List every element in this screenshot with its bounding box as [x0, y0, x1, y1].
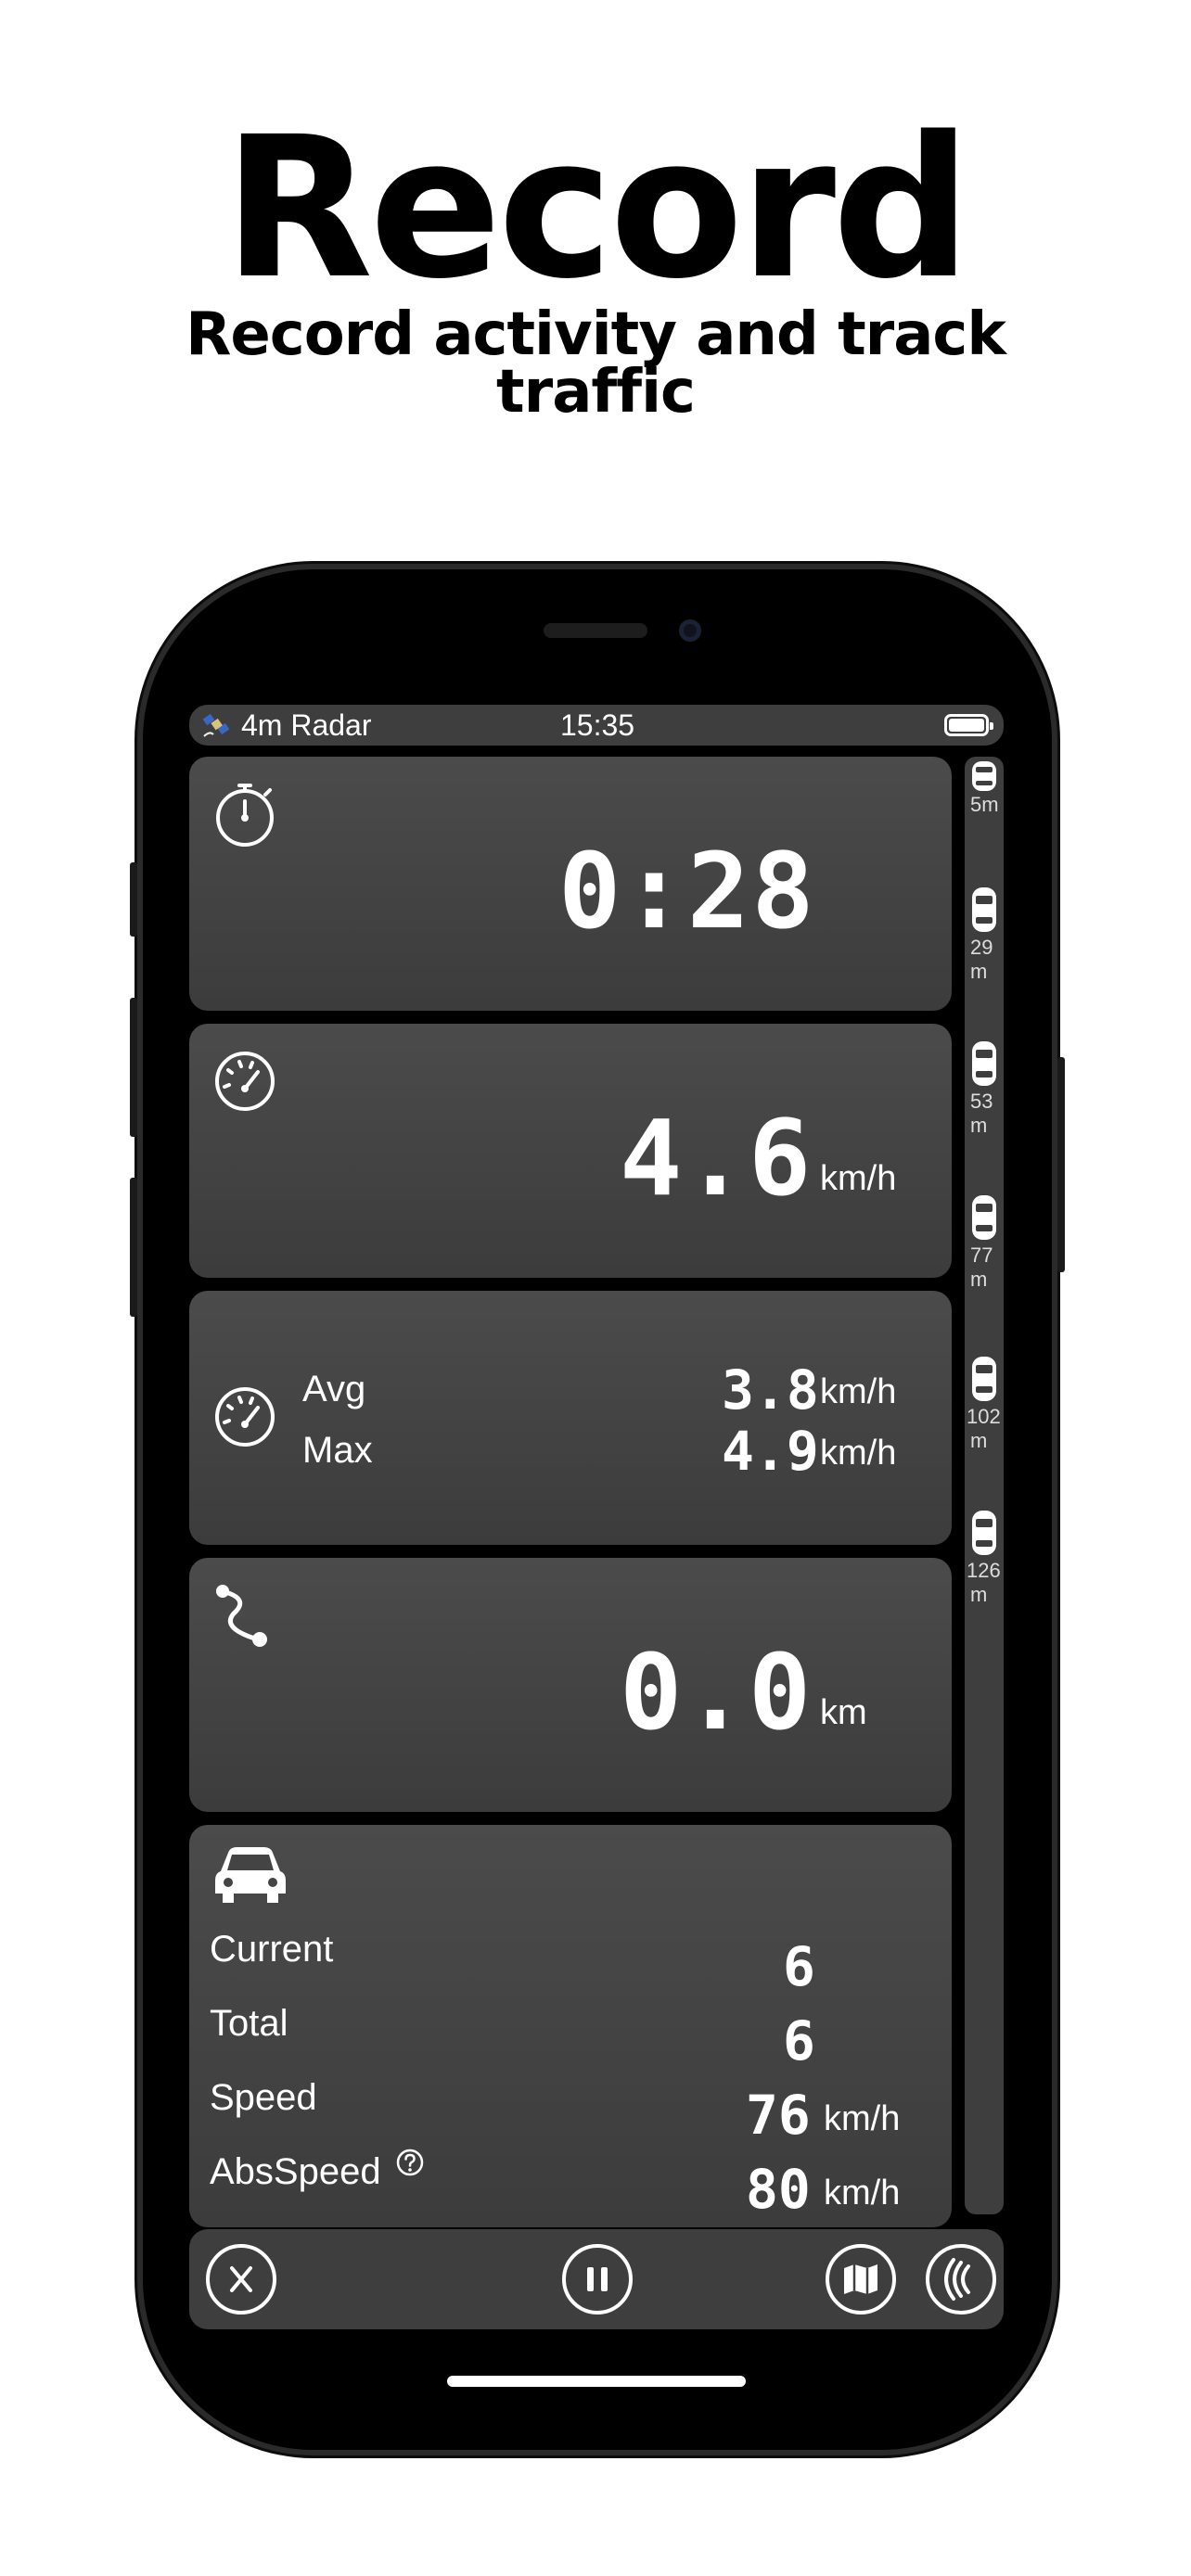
avg-label: Avg	[302, 1369, 366, 1409]
status-time: 15:35	[560, 708, 635, 742]
radar-distance: 102	[967, 1405, 1001, 1428]
phone-camera	[679, 619, 701, 642]
bottom-toolbar	[189, 2229, 1004, 2329]
max-value: 4.9	[722, 1420, 819, 1483]
map-button[interactable]	[826, 2244, 896, 2315]
radar-distance-unit: m	[970, 1268, 988, 1291]
traffic-tile[interactable]: Current 6 Total 6 Speed 76 km/h AbsSpeed…	[189, 1825, 952, 2227]
max-unit: km/h	[820, 1434, 897, 1473]
duration-tile[interactable]: 0:28	[189, 757, 952, 1011]
avg-max-tile[interactable]: Avg 3.8 km/h Max 4.9 km/h	[189, 1291, 952, 1545]
status-app-label: 4m Radar	[241, 708, 372, 742]
radar-distance: 29	[970, 936, 993, 959]
radar-distance-unit: m	[970, 1583, 988, 1606]
speed-tile[interactable]: 4.6 km/h	[189, 1024, 952, 1278]
speed-unit: km/h	[820, 1159, 897, 1198]
radar-distance: 77	[970, 1243, 993, 1267]
radar-distance-unit: m	[970, 1114, 988, 1137]
radar-signal-icon	[944, 2258, 970, 2301]
traffic-label-absspeed: AbsSpeed	[210, 2151, 381, 2192]
phone-volume-up	[130, 998, 137, 1137]
avg-unit: km/h	[820, 1372, 897, 1411]
battery-level	[949, 719, 984, 732]
speed-value: 4.6	[620, 1099, 813, 1219]
promo-subtitle: Record activity and track traffic	[186, 300, 1006, 427]
battery-icon	[944, 714, 993, 736]
distance-tile[interactable]: 0.0 km	[189, 1558, 952, 1812]
phone-speaker	[544, 623, 647, 638]
traffic-value-current: 6	[783, 1935, 815, 1998]
pause-icon	[587, 2267, 608, 2291]
radar-strip: 5m 29 m 53 m 77 m 102 m 126 m	[965, 757, 1004, 2214]
radar-vehicle: 126 m	[965, 1506, 1004, 1608]
car-top-icon	[972, 887, 996, 932]
phone-silent-switch	[130, 862, 137, 937]
question-circle-icon[interactable]	[395, 2148, 425, 2177]
traffic-label-current: Current	[210, 1929, 334, 1970]
radar-button[interactable]	[926, 2244, 996, 2315]
distance-value: 0.0	[620, 1633, 813, 1753]
car-icon	[215, 1847, 286, 1903]
status-bar: 4m Radar 15:35	[189, 705, 1004, 746]
car-top-icon	[972, 761, 996, 791]
pause-button[interactable]	[562, 2244, 633, 2315]
phone-volume-down	[130, 1178, 137, 1317]
car-top-icon	[972, 1511, 996, 1555]
max-label: Max	[302, 1430, 373, 1471]
duration-value: 0:28	[558, 832, 816, 952]
radar-vehicle: 77 m	[965, 1191, 1004, 1293]
radar-vehicle: 53 m	[965, 1037, 1004, 1139]
home-indicator[interactable]	[447, 2376, 746, 2387]
traffic-value-speed: 76	[746, 2084, 811, 2147]
phone-power-button	[1057, 1057, 1065, 1272]
radar-distance: 5m	[970, 793, 999, 816]
traffic-unit-absspeed: km/h	[824, 2174, 901, 2213]
speedometer-icon	[215, 1052, 275, 1111]
radar-vehicle: 5m	[965, 757, 1004, 831]
traffic-label-total: Total	[210, 2003, 288, 2044]
speedometer-icon	[215, 1387, 275, 1447]
car-top-icon	[972, 1357, 996, 1401]
stop-button[interactable]	[206, 2244, 276, 2315]
radar-vehicle: 29 m	[965, 883, 1004, 985]
radar-distance: 53	[970, 1090, 993, 1113]
satellite-icon	[202, 713, 230, 737]
route-icon	[216, 1585, 267, 1647]
radar-distance-unit: m	[970, 1429, 988, 1452]
traffic-value-absspeed: 80	[746, 2158, 811, 2221]
avg-value: 3.8	[722, 1358, 819, 1422]
traffic-label-speed: Speed	[210, 2077, 317, 2118]
map-icon	[844, 2264, 877, 2294]
traffic-unit-speed: km/h	[824, 2099, 901, 2138]
radar-distance: 126	[967, 1559, 1001, 1582]
stopwatch-icon	[216, 784, 274, 847]
close-icon	[230, 2266, 252, 2292]
app-screen: 4m Radar 15:35 0:28 4.6 km/h Avg 3.8 km/…	[189, 705, 1004, 2337]
radar-distance-unit: m	[970, 960, 988, 983]
car-top-icon	[972, 1041, 996, 1086]
traffic-value-total: 6	[783, 2009, 815, 2072]
car-top-icon	[972, 1195, 996, 1240]
radar-vehicle: 102 m	[965, 1352, 1004, 1454]
promo-title: Record	[223, 95, 972, 322]
distance-unit: km	[820, 1693, 867, 1732]
